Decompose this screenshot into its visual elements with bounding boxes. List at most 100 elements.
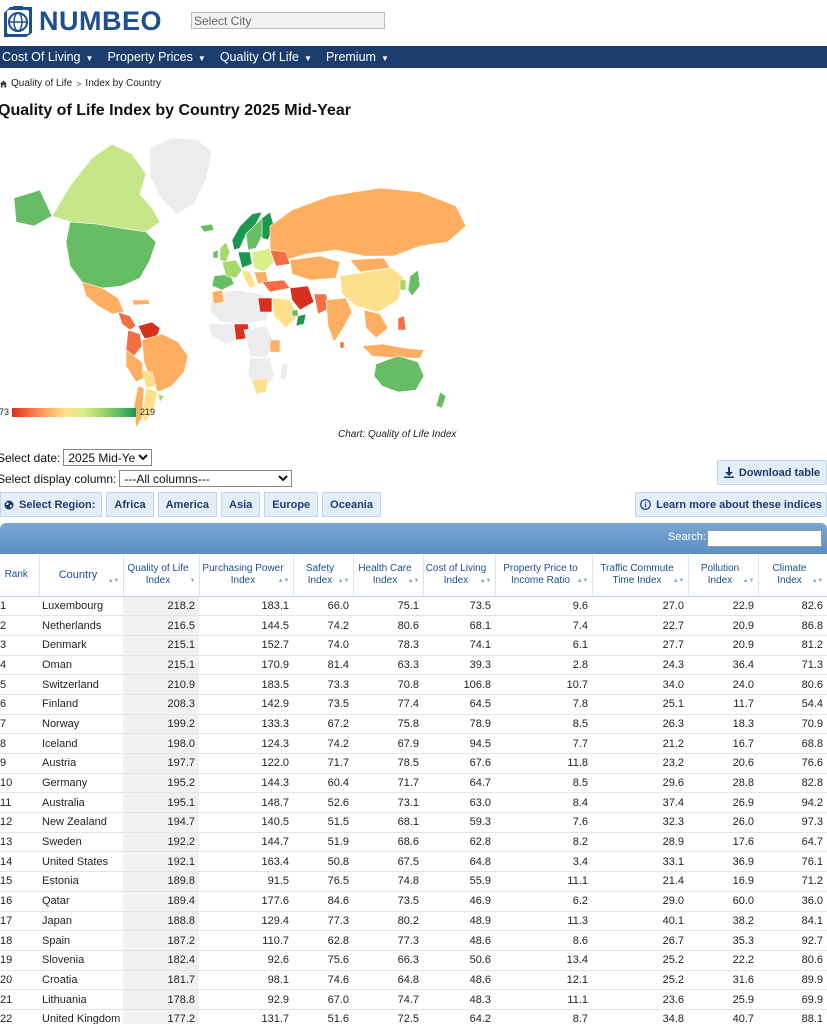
value-cell: 78.3 [353, 635, 423, 656]
map-region-kenya[interactable] [269, 339, 281, 353]
home-icon[interactable] [0, 80, 7, 88]
map-region-morocco[interactable] [211, 289, 225, 305]
map-region-australia[interactable] [373, 355, 425, 393]
map-region-japan[interactable] [407, 269, 421, 297]
column-header-climate[interactable]: Climate Index ▲▼ [758, 554, 827, 597]
value-cell: 40.7 [688, 1009, 758, 1024]
map-region-iran[interactable] [289, 285, 315, 311]
table-search-input[interactable] [707, 530, 822, 547]
table-row: 9 Austria 197.7 122.0 71.7 78.5 67.6 11.8 23.2 20… [0, 753, 827, 774]
column-header-pollution[interactable]: Pollution Index ▲▼ [688, 554, 759, 597]
region-america-button[interactable]: America [157, 492, 218, 517]
column-select[interactable]: ---All columns--- [119, 470, 293, 487]
country-link[interactable]: Spain [39, 930, 123, 951]
region-europe-button[interactable]: Europe [264, 492, 319, 517]
map-region-south-africa[interactable] [251, 377, 269, 395]
map-region-greenland[interactable] [149, 137, 213, 215]
map-region-central-africa[interactable] [243, 325, 275, 359]
nav-property-prices[interactable]: Property Prices ▼ [107, 50, 205, 64]
country-link[interactable]: Estonia [39, 871, 123, 892]
region-africa-button[interactable]: Africa [106, 492, 154, 517]
numbeo-logo[interactable]: NUMBEO [0, 3, 162, 39]
value-cell: 22.7 [592, 615, 688, 636]
country-link[interactable]: Sweden [39, 832, 123, 853]
world-map[interactable] [0, 130, 470, 430]
column-header-purchasing-power[interactable]: Purchasing Power Index ▲▼ [199, 554, 294, 597]
country-link[interactable]: United Kingdom [39, 1009, 123, 1024]
value-cell: 77.3 [353, 930, 423, 951]
country-link[interactable]: Slovenia [39, 950, 123, 971]
map-region-kazakhstan[interactable] [289, 255, 341, 281]
breadcrumb-quality-of-life[interactable]: Quality of Life [11, 78, 72, 89]
nav-premium[interactable]: Premium ▼ [326, 50, 389, 64]
nav-cost-of-living[interactable]: Cost Of Living ▼ [2, 50, 93, 64]
map-region-uruguay[interactable] [157, 393, 165, 403]
country-link[interactable]: Finland [39, 694, 123, 715]
country-link[interactable]: Norway [39, 714, 123, 735]
map-region-uk[interactable] [219, 241, 231, 263]
column-header-country[interactable]: Country ▲▼ [39, 554, 124, 597]
column-header-property-price[interactable]: Property Price to Income Ratio ▲▼ [495, 554, 593, 597]
country-link[interactable]: United States [39, 851, 123, 873]
map-region-italy[interactable] [241, 269, 257, 289]
map-region-turkey[interactable] [261, 279, 291, 293]
nav-quality-of-life[interactable]: Quality Of Life ▼ [220, 50, 312, 64]
value-cell: 8.4 [495, 792, 592, 814]
map-region-southeast-asia[interactable] [363, 309, 389, 339]
column-header-quality-of-life[interactable]: Quality of Life Index ▼ [123, 554, 200, 597]
map-region-iceland[interactable] [199, 223, 215, 233]
country-link[interactable]: Japan [39, 911, 123, 932]
map-region-philippines[interactable] [397, 315, 407, 331]
value-cell: 21.2 [592, 733, 688, 754]
country-link[interactable]: Australia [39, 792, 123, 814]
value-cell: 22.2 [688, 950, 758, 971]
map-region-alaska[interactable] [13, 189, 53, 227]
map-region-egypt[interactable] [257, 297, 273, 313]
value-cell: 73.5 [353, 891, 423, 912]
country-link[interactable]: Germany [39, 773, 123, 794]
country-link[interactable]: Oman [39, 655, 123, 676]
value-cell: 68.1 [423, 615, 495, 636]
map-region-central-america[interactable] [117, 311, 137, 331]
map-region-russia[interactable] [269, 187, 467, 261]
value-cell: 21.4 [592, 871, 688, 892]
region-oceania-button[interactable]: Oceania [322, 492, 381, 517]
download-table-button[interactable]: Download table [717, 460, 827, 485]
country-link[interactable]: Lithuania [39, 989, 123, 1010]
country-link[interactable]: New Zealand [39, 812, 123, 833]
map-region-indonesia[interactable] [361, 343, 425, 359]
column-header-cost-of-living[interactable]: Cost of Living Index ▲▼ [423, 554, 496, 597]
country-link[interactable]: Denmark [39, 635, 123, 656]
map-region-india[interactable] [325, 297, 353, 343]
map-region-new-zealand[interactable] [435, 391, 447, 409]
region-asia-button[interactable]: Asia [221, 492, 261, 517]
learn-more-button[interactable]: Learn more about these indices [635, 492, 827, 517]
column-header-rank[interactable]: Rank [0, 554, 40, 597]
country-link[interactable]: Qatar [39, 891, 123, 912]
value-cell: 163.4 [199, 851, 293, 873]
country-link[interactable]: Netherlands [39, 615, 123, 636]
country-link[interactable]: Austria [39, 753, 123, 774]
map-region-sri-lanka[interactable] [339, 341, 345, 349]
map-region-madagascar[interactable] [279, 363, 289, 381]
column-header-health-care[interactable]: Health Care Index ▲▼ [353, 554, 424, 597]
map-region-usa[interactable] [65, 221, 157, 289]
value-cell: 68.8 [758, 733, 827, 754]
value-cell: 28.8 [688, 773, 758, 794]
map-region-canada[interactable] [51, 143, 161, 233]
map-region-germany[interactable] [237, 251, 253, 269]
map-region-caribbean[interactable] [131, 299, 151, 306]
country-link[interactable]: Switzerland [39, 674, 123, 695]
date-select[interactable]: 2025 Mid-Year [63, 449, 153, 466]
column-header-traffic[interactable]: Traffic Commute Time Index ▲▼ [592, 554, 689, 597]
value-cell: 26.9 [688, 792, 758, 814]
column-header-safety[interactable]: Safety Index ▲▼ [293, 554, 354, 597]
city-search-input[interactable] [191, 12, 385, 29]
country-link[interactable]: Croatia [39, 970, 123, 991]
country-link[interactable]: Luxembourg [39, 596, 123, 617]
map-region-ireland[interactable] [212, 249, 219, 259]
map-region-china[interactable] [339, 267, 405, 313]
map-region-korea[interactable] [399, 279, 407, 291]
map-region-uae[interactable] [291, 309, 299, 317]
country-link[interactable]: Iceland [39, 733, 123, 754]
